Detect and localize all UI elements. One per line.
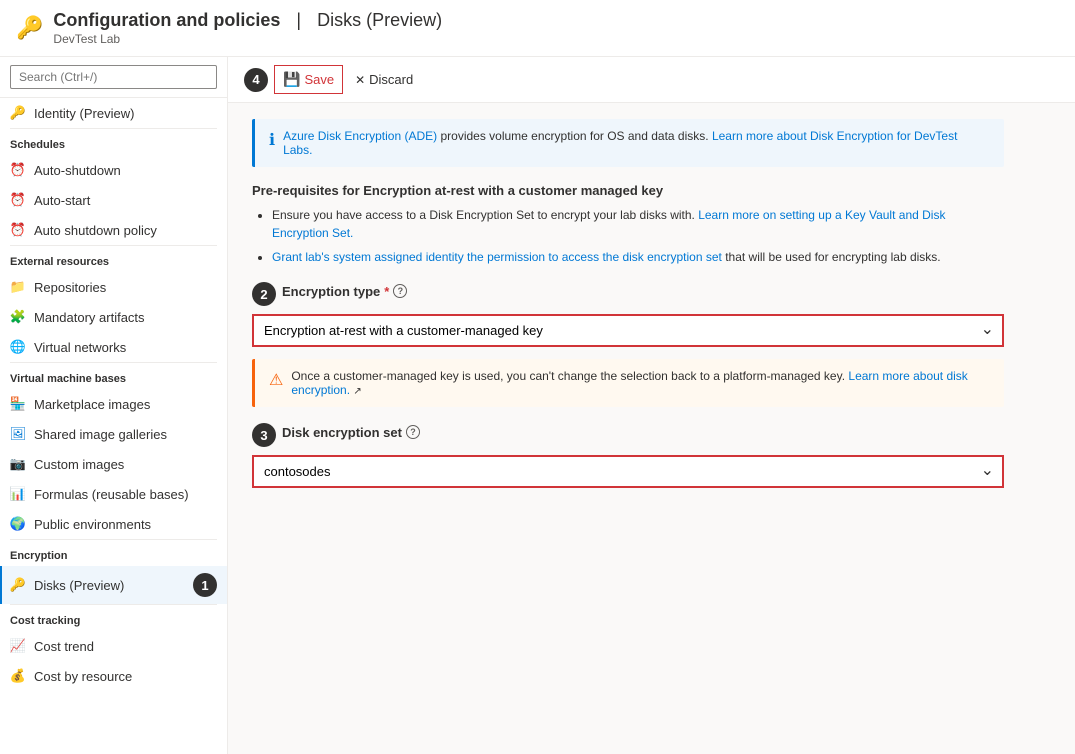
- disk-icon: 🔑: [10, 577, 26, 593]
- repo-icon: 📁: [10, 279, 26, 295]
- discard-button[interactable]: ✕ Discard: [347, 67, 421, 92]
- page-subtitle: Disks (Preview): [317, 10, 442, 31]
- breadcrumb: DevTest Lab: [53, 32, 442, 46]
- discard-icon: ✕: [355, 73, 365, 87]
- sidebar-item-auto-shutdown-policy-label: Auto shutdown policy: [34, 223, 157, 238]
- gallery-icon: 🖼: [10, 426, 26, 442]
- trend-icon: 📈: [10, 638, 26, 654]
- section-schedules: Schedules: [0, 129, 227, 155]
- prereq-list: Ensure you have access to a Disk Encrypt…: [252, 206, 1004, 266]
- save-icon: 💾: [283, 71, 300, 88]
- sidebar-item-public-environments-label: Public environments: [34, 517, 151, 532]
- disk-encryption-set-info-icon[interactable]: ?: [406, 425, 420, 439]
- sidebar-item-marketplace-images[interactable]: 🏪 Marketplace images: [0, 389, 227, 419]
- sidebar-item-public-environments[interactable]: 🌍 Public environments: [0, 509, 227, 539]
- sidebar-item-repositories[interactable]: 📁 Repositories: [0, 272, 227, 302]
- info-icon: ℹ: [269, 130, 275, 150]
- sidebar-item-auto-shutdown-policy[interactable]: ⏰ Auto shutdown policy: [0, 215, 227, 245]
- sidebar-item-formulas[interactable]: 📊 Formulas (reusable bases): [0, 479, 227, 509]
- sidebar-item-virtual-networks-label: Virtual networks: [34, 340, 126, 355]
- step3-badge: 3: [252, 423, 276, 447]
- sidebar-item-marketplace-images-label: Marketplace images: [34, 397, 150, 412]
- external-link-icon: ↗: [353, 386, 361, 397]
- prereq-item-2: Grant lab's system assigned identity the…: [272, 248, 1004, 266]
- sidebar-item-virtual-networks[interactable]: 🌐 Virtual networks: [0, 332, 227, 362]
- cost-resource-icon: 💰: [10, 668, 26, 684]
- clock-policy-icon: ⏰: [10, 222, 26, 238]
- marketplace-icon: 🏪: [10, 396, 26, 412]
- prereq-item-1: Ensure you have access to a Disk Encrypt…: [272, 206, 1004, 242]
- section-cost-tracking: Cost tracking: [0, 605, 227, 631]
- sidebar-item-identity[interactable]: 🔑 Identity (Preview): [0, 98, 227, 128]
- sidebar-item-cost-by-resource-label: Cost by resource: [34, 669, 132, 684]
- section-external: External resources: [0, 246, 227, 272]
- warning-box: ⚠ Once a customer-managed key is used, y…: [252, 359, 1004, 407]
- step1-badge: 1: [193, 573, 217, 597]
- sidebar-item-cost-trend[interactable]: 📈 Cost trend: [0, 631, 227, 661]
- toolbar: 4 💾 Save ✕ Discard: [228, 57, 1075, 103]
- warning-icon: ⚠: [269, 370, 283, 390]
- sidebar-item-shared-image-galleries[interactable]: 🖼 Shared image galleries: [0, 419, 227, 449]
- encryption-type-info-icon[interactable]: ?: [393, 284, 407, 298]
- clock-start-icon: ⏰: [10, 192, 26, 208]
- sidebar-item-disks-preview[interactable]: 🔑 Disks (Preview) 1: [0, 566, 227, 604]
- sidebar-item-auto-start[interactable]: ⏰ Auto-start: [0, 185, 227, 215]
- encryption-type-select-wrapper: Encryption at-rest with a platform-manag…: [252, 314, 1004, 347]
- sidebar-item-cost-trend-label: Cost trend: [34, 639, 94, 654]
- disk-encryption-set-select[interactable]: contosodes: [252, 455, 1004, 488]
- sidebar-item-mandatory-artifacts-label: Mandatory artifacts: [34, 310, 145, 325]
- save-button[interactable]: 💾 Save: [274, 65, 343, 94]
- sidebar-item-formulas-label: Formulas (reusable bases): [34, 487, 189, 502]
- encryption-type-select[interactable]: Encryption at-rest with a platform-manag…: [252, 314, 1004, 347]
- page-title: Configuration and policies: [53, 10, 280, 31]
- info-banner: ℹ Azure Disk Encryption (ADE) provides v…: [252, 119, 1004, 167]
- sidebar-item-disks-preview-label: Disks (Preview): [34, 578, 124, 593]
- disk-encryption-set-label: Disk encryption set ?: [282, 425, 420, 440]
- sidebar-item-auto-shutdown-label: Auto-shutdown: [34, 163, 121, 178]
- sidebar-item-mandatory-artifacts[interactable]: 🧩 Mandatory artifacts: [0, 302, 227, 332]
- step2-badge: 2: [252, 282, 276, 306]
- env-icon: 🌍: [10, 516, 26, 532]
- sidebar-item-custom-images-label: Custom images: [34, 457, 124, 472]
- step4-badge: 4: [244, 68, 268, 92]
- section-encryption: Encryption: [0, 540, 227, 566]
- sidebar-item-cost-by-resource[interactable]: 💰 Cost by resource: [0, 661, 227, 691]
- sidebar-item-repositories-label: Repositories: [34, 280, 106, 295]
- sidebar-item-auto-start-label: Auto-start: [34, 193, 90, 208]
- main-content: ℹ Azure Disk Encryption (ADE) provides v…: [228, 103, 1028, 516]
- custom-images-icon: 📷: [10, 456, 26, 472]
- sidebar: 🔑 Identity (Preview) Schedules ⏰ Auto-sh…: [0, 57, 228, 754]
- artifact-icon: 🧩: [10, 309, 26, 325]
- search-input[interactable]: [10, 65, 217, 89]
- network-icon: 🌐: [10, 339, 26, 355]
- sidebar-item-shared-image-galleries-label: Shared image galleries: [34, 427, 167, 442]
- prereq-title: Pre-requisites for Encryption at-rest wi…: [252, 183, 1004, 198]
- key-icon: 🔑: [10, 105, 26, 121]
- sidebar-item-custom-images[interactable]: 📷 Custom images: [0, 449, 227, 479]
- sidebar-item-auto-shutdown[interactable]: ⏰ Auto-shutdown: [0, 155, 227, 185]
- section-vm-bases: Virtual machine bases: [0, 363, 227, 389]
- sidebar-item-identity-label: Identity (Preview): [34, 106, 134, 121]
- formula-icon: 📊: [10, 486, 26, 502]
- header-key-icon: 🔑: [16, 15, 43, 41]
- content-area: 4 💾 Save ✕ Discard ℹ Azure Disk Encrypti…: [228, 57, 1075, 754]
- grant-identity-link[interactable]: Grant lab's system assigned identity the…: [272, 250, 722, 264]
- clock-icon: ⏰: [10, 162, 26, 178]
- ade-link[interactable]: Azure Disk Encryption (ADE): [283, 129, 437, 143]
- disk-encryption-set-select-wrapper: contosodes: [252, 455, 1004, 488]
- sidebar-search-container: [0, 57, 227, 98]
- encryption-type-label: Encryption type * ?: [282, 284, 407, 299]
- page-header: 🔑 Configuration and policies | Disks (Pr…: [0, 0, 1075, 57]
